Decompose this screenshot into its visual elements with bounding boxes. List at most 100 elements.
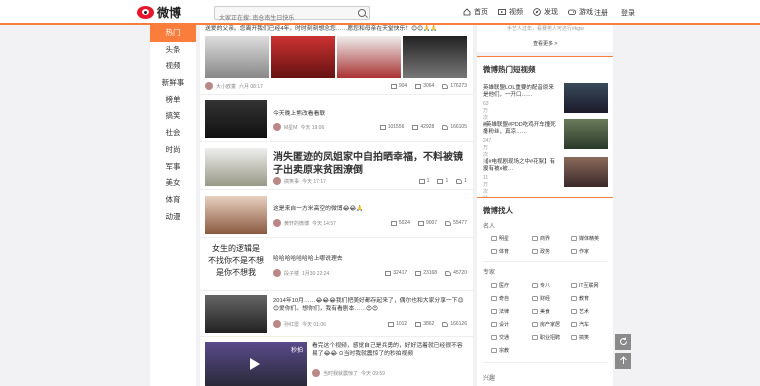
tag-item[interactable]: 医疗 bbox=[491, 282, 509, 289]
avatar[interactable] bbox=[273, 177, 281, 185]
share-button[interactable]: 1012 bbox=[388, 321, 407, 327]
video-title[interactable]: 【#电视剧现场之中#花絮】有没有被x被… bbox=[483, 159, 557, 173]
comment-button[interactable]: 23168 bbox=[415, 270, 437, 276]
share-button[interactable]: 5024 bbox=[390, 220, 410, 226]
post-thumbnail[interactable] bbox=[205, 196, 267, 234]
nav-home[interactable]: 首页 bbox=[463, 7, 488, 17]
back-to-top-button[interactable] bbox=[615, 353, 631, 369]
nav-game[interactable]: 游戏 bbox=[568, 7, 593, 17]
video-thumbnail[interactable]: 秒拍 bbox=[205, 342, 307, 386]
left-nav-item-headline[interactable]: 头条 bbox=[150, 42, 196, 59]
like-button[interactable]: 55477 bbox=[445, 220, 467, 226]
like-button[interactable]: 166105 bbox=[442, 124, 467, 130]
tag-item[interactable]: 奇自 bbox=[491, 295, 509, 302]
feed-card[interactable]: 今天晚上熊改看看联 M星M 今天 19:06 101556 42928 1661… bbox=[200, 97, 473, 142]
avatar[interactable] bbox=[205, 82, 213, 90]
tag-item[interactable]: 专八 bbox=[532, 282, 550, 289]
like-button[interactable]: 176273 bbox=[442, 83, 467, 89]
photo-thumb[interactable] bbox=[337, 36, 401, 78]
share-button[interactable]: 101556 bbox=[379, 124, 404, 130]
avatar[interactable] bbox=[273, 269, 281, 277]
nav-video[interactable]: 视频 bbox=[498, 7, 523, 17]
tag-item[interactable]: 搞笑 bbox=[571, 334, 589, 341]
photo-thumb[interactable] bbox=[205, 36, 269, 78]
post-thumbnail[interactable] bbox=[205, 295, 267, 333]
author-name[interactable]: 大小欧童 bbox=[216, 83, 236, 90]
login-link[interactable]: 登录 bbox=[621, 8, 635, 18]
left-nav-item-beauty[interactable]: 美女 bbox=[150, 175, 196, 192]
photo-grid[interactable] bbox=[205, 36, 467, 78]
refresh-button[interactable] bbox=[615, 334, 631, 350]
play-icon[interactable] bbox=[250, 358, 260, 370]
left-nav-item-anime[interactable]: 动漫 bbox=[150, 209, 196, 226]
video-title[interactable]: 英雄联盟LOL重要的配音原来是他们，一开口…… bbox=[483, 85, 557, 99]
search-icon[interactable] bbox=[358, 9, 366, 17]
search-input[interactable] bbox=[215, 13, 355, 25]
tag-item[interactable]: 商界 bbox=[532, 235, 550, 242]
tag-item[interactable]: 作家 bbox=[571, 248, 589, 255]
like-button[interactable]: 45720 bbox=[445, 270, 467, 276]
tag-item[interactable]: 艺术 bbox=[571, 308, 589, 315]
tag-item[interactable]: 教育 bbox=[571, 295, 589, 302]
left-nav-item-fashion[interactable]: 时尚 bbox=[150, 142, 196, 159]
comment-button[interactable]: 3862 bbox=[415, 321, 434, 327]
author-name[interactable]: 孙红雷 bbox=[284, 321, 299, 328]
tag-item[interactable]: 法律 bbox=[491, 308, 509, 315]
left-nav-item-rank[interactable]: 榜单 bbox=[150, 92, 196, 109]
feed-card[interactable]: 这是来自一方米高空的微博😂😂🙏 黄轩的微博 今天 14:57 5024 9007… bbox=[200, 193, 473, 238]
tag-item[interactable]: 职业招聘 bbox=[532, 334, 560, 341]
tag-item[interactable]: 宗教 bbox=[491, 347, 509, 354]
tag-item[interactable]: 媒体精英 bbox=[571, 235, 599, 242]
video-thumbnail[interactable] bbox=[564, 83, 608, 113]
feed-card[interactable]: 消失匿迹的凤姐家中自拍晒幸福，不料被镜子出卖原来贫困潦倒 搞笑事 今天 17:1… bbox=[200, 145, 473, 190]
avatar[interactable] bbox=[312, 369, 320, 377]
tag-item[interactable]: 房产家居 bbox=[532, 321, 560, 328]
feed-card[interactable]: 送爱的父亲。您离开我们已经4年，时时刻刻想念您……愿您和母亲在天堂快乐！😊😊🙏🙏… bbox=[200, 25, 473, 95]
text-image-thumbnail[interactable]: 女生的逻辑是 不找你不是不想 是你不想我 bbox=[205, 243, 267, 287]
nav-discover[interactable]: 发现 bbox=[533, 7, 558, 17]
video-thumbnail[interactable] bbox=[564, 157, 608, 187]
left-nav-item-video[interactable]: 视频 bbox=[150, 58, 196, 75]
avatar[interactable] bbox=[273, 320, 281, 328]
avatar[interactable] bbox=[273, 219, 281, 227]
photo-thumb[interactable] bbox=[403, 36, 467, 78]
left-nav-item-funny[interactable]: 搞笑 bbox=[150, 108, 196, 125]
feed-card[interactable]: 女生的逻辑是 不找你不是不想 是你不想我 哈哈哈哈哈哈哈上哪说理去 段子楼 1月… bbox=[200, 241, 473, 291]
share-button[interactable]: 1 bbox=[418, 178, 429, 184]
comment-button[interactable]: 42928 bbox=[412, 124, 434, 130]
left-nav-item-sports[interactable]: 体育 bbox=[150, 192, 196, 209]
tag-item[interactable]: 体育 bbox=[491, 248, 509, 255]
photo-thumb[interactable] bbox=[271, 36, 335, 78]
tag-item[interactable]: IT互联网 bbox=[571, 282, 598, 289]
feed-card[interactable]: 2014年10月……😂😂😂我们把美好都存起来了，偶尔也和大家分享一下😊😊爱你们。… bbox=[200, 293, 473, 337]
tag-item[interactable]: 财经 bbox=[532, 295, 550, 302]
author-name[interactable]: 搞笑事 bbox=[284, 178, 299, 185]
tag-item[interactable]: 政务 bbox=[532, 248, 550, 255]
like-button[interactable]: 1 bbox=[456, 178, 467, 184]
tag-item[interactable]: 汽车 bbox=[571, 321, 589, 328]
author-name[interactable]: 黄轩的微博 bbox=[284, 220, 309, 227]
comment-button[interactable]: 1 bbox=[437, 178, 448, 184]
feed-card[interactable]: 秒拍 看完这个视频，感觉自己是兵勇的，好好活着就已经很不容易了😂😂 ⊙当时我就震… bbox=[200, 339, 473, 386]
left-nav-item-fresh[interactable]: 新鲜事 bbox=[150, 75, 196, 92]
tag-item[interactable]: 明星 bbox=[491, 235, 509, 242]
more-recommend-link[interactable]: 查看更多 > bbox=[533, 40, 557, 47]
tag-item[interactable]: 设计 bbox=[491, 321, 509, 328]
video-thumbnail[interactable] bbox=[564, 119, 608, 149]
share-button[interactable]: 32417 bbox=[385, 270, 407, 276]
recommend-caption[interactable]: 手艺人过年，看赛男人可还行#kgw bbox=[507, 25, 584, 32]
left-nav-item-military[interactable]: 军事 bbox=[150, 159, 196, 176]
author-name[interactable]: M星M bbox=[284, 124, 297, 131]
author-name[interactable]: 段子楼 bbox=[284, 270, 299, 277]
tag-item[interactable]: 交通 bbox=[491, 334, 509, 341]
avatar[interactable] bbox=[273, 123, 281, 131]
video-title[interactable]: #英雄联盟#PDD吃鸡开车撞死冬粉丝，真凉…… bbox=[483, 122, 557, 136]
author-name[interactable]: 当时我就震惊了 bbox=[323, 370, 358, 377]
weibo-logo[interactable]: 微博 bbox=[137, 4, 181, 21]
left-nav-item-society[interactable]: 社会 bbox=[150, 125, 196, 142]
share-button[interactable]: 904 bbox=[390, 83, 407, 89]
post-thumbnail[interactable] bbox=[205, 100, 267, 138]
like-button[interactable]: 166126 bbox=[442, 321, 467, 327]
tag-item[interactable]: 美食 bbox=[532, 308, 550, 315]
post-thumbnail[interactable] bbox=[205, 148, 267, 186]
